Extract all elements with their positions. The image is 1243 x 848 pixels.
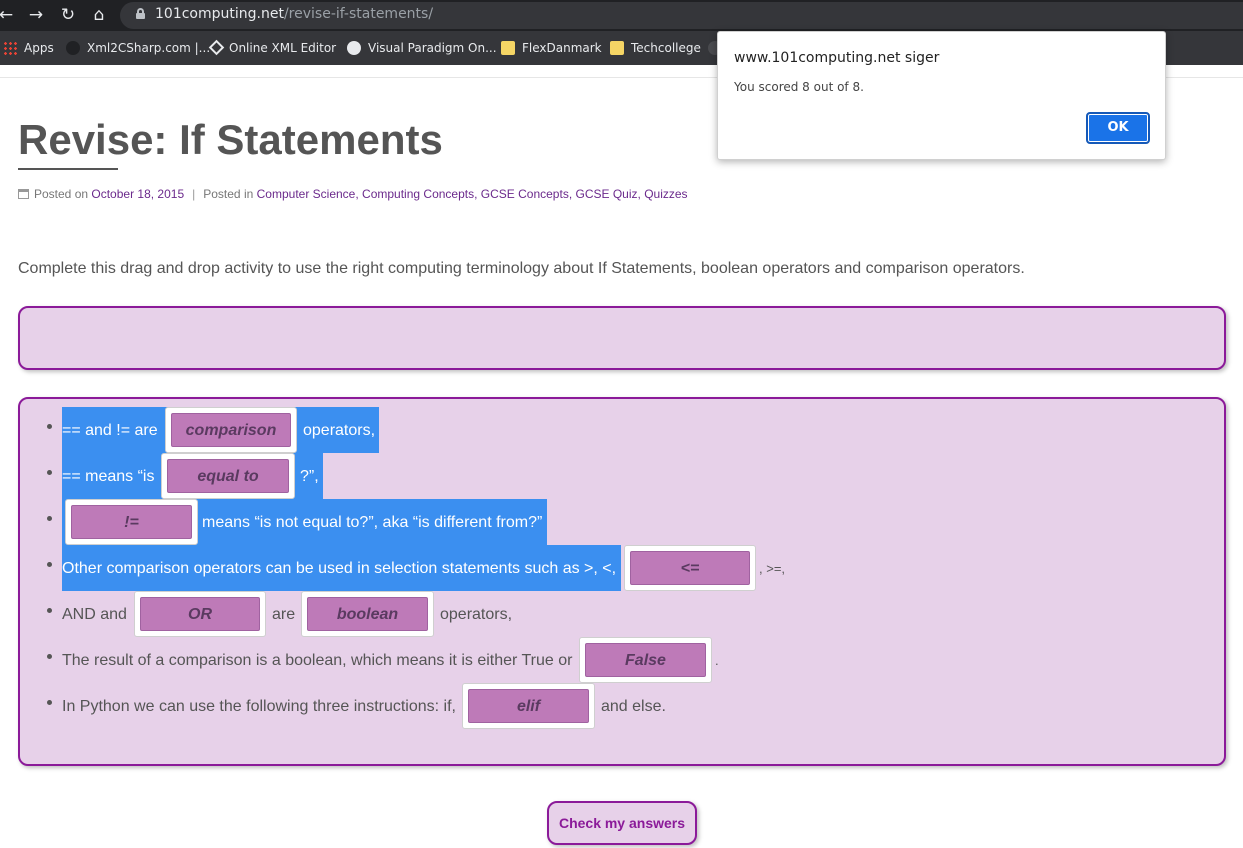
quiz-text: == and != are xyxy=(62,422,158,439)
category-link[interactable]: GCSE Quiz, xyxy=(576,187,641,201)
quiz-text: , >=, xyxy=(759,561,786,576)
category-link[interactable]: Computer Science, xyxy=(257,187,359,201)
answer-tile[interactable]: False xyxy=(585,643,706,677)
visual-paradigm-icon xyxy=(347,40,361,55)
xml-editor-icon xyxy=(208,39,225,56)
bookmark-online-xml-editor[interactable]: Online XML Editor xyxy=(208,39,337,56)
bookmark-xml2csharp[interactable]: Xml2CSharp.com |... xyxy=(66,40,210,56)
calendar-icon xyxy=(18,188,29,199)
posted-in-label: Posted in xyxy=(203,187,254,201)
bookmark-label: Online XML Editor xyxy=(229,41,337,55)
category-link[interactable]: Computing Concepts, xyxy=(362,187,477,201)
list-item: AND and OR are boolean operators, xyxy=(20,591,1220,637)
bookmark-visual-paradigm[interactable]: Visual Paradigm On... xyxy=(347,40,497,56)
answer-tile[interactable]: <= xyxy=(630,551,750,585)
answer-tile[interactable]: != xyxy=(71,505,192,539)
list-item: != means “is not equal to?”, aka “is dif… xyxy=(20,499,1220,545)
bullet xyxy=(47,470,52,475)
forward-arrow-icon[interactable]: → xyxy=(26,5,46,25)
quiz-text: ?”, xyxy=(300,468,319,485)
bookmark-label: Visual Paradigm On... xyxy=(368,41,497,55)
quiz-text: In Python we can use the following three… xyxy=(62,698,456,715)
bookmark-flexdanmark[interactable]: FlexDanmark xyxy=(501,40,602,56)
home-icon[interactable]: ⌂ xyxy=(89,5,109,25)
title-underline xyxy=(18,168,118,170)
quiz-text: AND and xyxy=(62,606,127,623)
bookmark-techcollege[interactable]: Techcollege xyxy=(610,40,701,56)
quiz-panel: == and != are comparison operators, == m… xyxy=(18,397,1226,766)
drop-slot[interactable]: comparison xyxy=(165,407,297,453)
bookmark-label: Techcollege xyxy=(631,41,701,55)
answer-tile[interactable]: elif xyxy=(468,689,589,723)
list-item: == and != are comparison operators, xyxy=(20,407,1220,453)
drop-slot[interactable]: boolean xyxy=(301,591,434,637)
bullet xyxy=(47,424,52,429)
bookmark-label: Xml2CSharp.com |... xyxy=(87,41,211,55)
dialog-message: You scored 8 out of 8. xyxy=(734,80,864,94)
site-icon xyxy=(66,40,80,55)
quiz-text: The result of a comparison is a boolean,… xyxy=(62,652,573,669)
answer-tile[interactable]: boolean xyxy=(307,597,428,631)
list-item: Other comparison operators can be used i… xyxy=(20,545,1220,591)
quiz-text: == means “is xyxy=(62,468,155,485)
list-item: In Python we can use the following three… xyxy=(20,683,1220,729)
url-path: /revise-if-statements/ xyxy=(283,6,434,22)
bookmark-label: Apps xyxy=(24,41,54,55)
meta-separator: | xyxy=(192,187,196,201)
post-date-link[interactable]: October 18, 2015 xyxy=(91,187,184,201)
ok-button[interactable]: OK xyxy=(1086,112,1150,144)
bullet xyxy=(47,562,52,567)
drop-slot[interactable]: OR xyxy=(134,591,266,637)
drop-slot[interactable]: equal to xyxy=(161,453,295,499)
answer-pool-panel[interactable] xyxy=(18,306,1226,370)
bookmark-apps[interactable]: Apps xyxy=(3,40,54,56)
apps-grid-icon xyxy=(3,40,17,55)
bullet xyxy=(47,608,52,613)
dialog-title: www.101computing.net siger xyxy=(734,50,940,66)
page-title: Revise: If Statements xyxy=(18,116,443,163)
answer-tile[interactable]: equal to xyxy=(167,459,289,493)
bullet xyxy=(47,654,52,659)
list-item: The result of a comparison is a boolean,… xyxy=(20,637,1220,683)
alert-dialog: www.101computing.net siger You scored 8 … xyxy=(717,31,1166,160)
answer-tile[interactable]: OR xyxy=(140,597,260,631)
quiz-text: operators, xyxy=(440,606,513,623)
drop-slot[interactable]: <= xyxy=(624,545,756,591)
folder-icon xyxy=(610,40,624,55)
bookmark-label: FlexDanmark xyxy=(522,41,602,55)
quiz-text: and else. xyxy=(601,698,666,715)
check-answers-button[interactable]: Check my answers xyxy=(547,801,697,845)
posted-on-label: Posted on xyxy=(34,187,89,201)
category-link[interactable]: Quizzes xyxy=(644,187,687,201)
quiz-text: means “is not equal to?”, aka “is differ… xyxy=(202,514,543,531)
browser-address-bar: ← → ↻ ⌂ 101computing.net/revise-if-state… xyxy=(0,0,1243,31)
back-arrow-icon[interactable]: ← xyxy=(0,5,16,25)
quiz-text: operators, xyxy=(303,422,376,439)
reload-icon[interactable]: ↻ xyxy=(58,5,78,25)
bullet xyxy=(47,516,52,521)
intro-text: Complete this drag and drop activity to … xyxy=(18,260,1025,277)
list-item: == means “is equal to ?”, xyxy=(20,453,1220,499)
drop-slot[interactable]: False xyxy=(579,637,712,683)
post-meta: Posted on October 18, 2015 | Posted in Com… xyxy=(18,187,688,201)
drop-slot[interactable]: != xyxy=(65,499,198,545)
answer-tile[interactable]: comparison xyxy=(171,413,291,447)
quiz-text: are xyxy=(272,606,296,623)
bullet xyxy=(47,700,52,705)
url-text[interactable]: 101computing.net/revise-if-statements/ xyxy=(155,6,433,22)
folder-icon xyxy=(501,40,515,55)
drop-slot[interactable]: elif xyxy=(462,683,595,729)
quiz-text: Other comparison operators can be used i… xyxy=(62,560,617,577)
category-link[interactable]: GCSE Concepts, xyxy=(481,187,572,201)
url-domain: 101computing.net xyxy=(155,6,284,22)
lock-icon[interactable] xyxy=(136,8,145,19)
quiz-text: . xyxy=(715,653,719,668)
